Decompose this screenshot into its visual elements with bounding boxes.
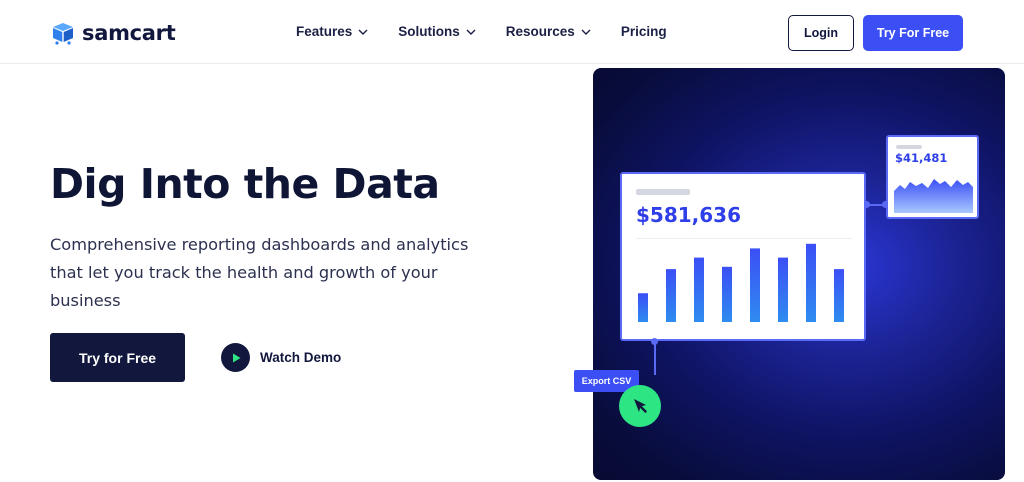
site-header: samcart Features Solutions Resources Pri… bbox=[0, 0, 1024, 64]
logo-text: samcart bbox=[82, 21, 176, 45]
nav-pricing-label: Pricing bbox=[620, 24, 667, 39]
chevron-down-icon bbox=[358, 29, 368, 35]
mini-stat-card: $41,481 bbox=[886, 135, 979, 219]
revenue-bar bbox=[722, 266, 732, 322]
samcart-logo[interactable]: samcart bbox=[50, 19, 176, 47]
nav-pricing[interactable]: Pricing bbox=[621, 24, 667, 39]
connector-line bbox=[654, 341, 656, 375]
nav-features-label: Features bbox=[296, 24, 353, 39]
revenue-bar bbox=[750, 248, 760, 322]
nav-solutions-label: Solutions bbox=[398, 24, 460, 39]
chevron-down-icon bbox=[466, 29, 476, 35]
revenue-bar-chart bbox=[638, 243, 844, 322]
revenue-bar bbox=[778, 257, 788, 322]
cursor-badge bbox=[619, 385, 661, 427]
connector-dot bbox=[651, 338, 658, 345]
revenue-bar bbox=[638, 293, 648, 322]
revenue-bar bbox=[694, 257, 704, 322]
revenue-card: $581,636 bbox=[620, 172, 866, 341]
nav-resources-label: Resources bbox=[505, 24, 575, 39]
cursor-arrow-icon bbox=[634, 399, 647, 413]
revenue-bar bbox=[806, 243, 816, 322]
mini-stat-value: $41,481 bbox=[895, 151, 948, 165]
hero-subtitle: Comprehensive reporting dashboards and a… bbox=[50, 235, 469, 310]
nav-resources[interactable]: Resources bbox=[506, 24, 591, 39]
main-nav: Features Solutions Resources Pricing bbox=[296, 24, 667, 39]
watch-demo-link[interactable]: Watch Demo bbox=[221, 343, 341, 372]
revenue-bar bbox=[834, 269, 844, 322]
mini-area-chart bbox=[894, 179, 973, 213]
chevron-down-icon bbox=[581, 29, 591, 35]
card-label-placeholder bbox=[896, 145, 922, 149]
try-for-free-hero-button[interactable]: Try for Free bbox=[50, 333, 185, 382]
login-button[interactable]: Login bbox=[788, 15, 854, 51]
try-for-free-header-button[interactable]: Try For Free bbox=[863, 15, 963, 51]
hero-title: Dig Into the Data bbox=[50, 160, 440, 208]
revenue-bar bbox=[666, 269, 676, 322]
nav-solutions[interactable]: Solutions bbox=[398, 24, 476, 39]
play-icon bbox=[221, 343, 250, 372]
cart-box-icon bbox=[53, 23, 73, 45]
nav-features[interactable]: Features bbox=[296, 24, 368, 39]
watch-demo-label: Watch Demo bbox=[260, 350, 342, 365]
